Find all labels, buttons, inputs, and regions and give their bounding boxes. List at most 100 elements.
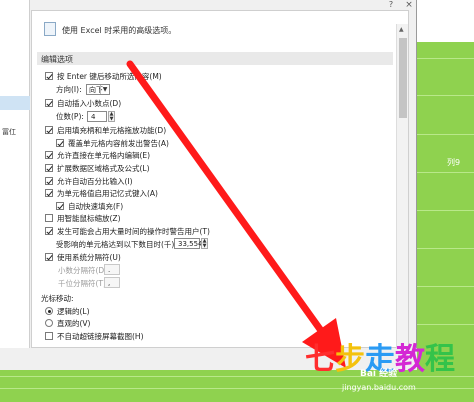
- option-thousands-separator: 千位分隔符(T):: [58, 277, 108, 289]
- option-extend-formats[interactable]: 扩展数据区域格式及公式(L): [45, 162, 150, 174]
- option-label: 自动快速填充(F): [68, 201, 124, 211]
- cursor-movement-heading: 光标移动:: [41, 292, 74, 304]
- option-auto-percent[interactable]: 允许自动百分比输入(I): [45, 175, 133, 187]
- selected-category-advanced[interactable]: [0, 96, 30, 110]
- watermark-url: jingyan.baidu.com: [342, 383, 416, 392]
- logo-char: 七: [305, 342, 335, 377]
- option-label: 启用填充柄和单元格拖放功能(D): [57, 125, 167, 135]
- option-label: 为单元格值启用记忆式键入(A): [57, 188, 158, 198]
- option-label: 小数分隔符(D):: [58, 265, 110, 275]
- option-cells-threshold: 受影响的单元格达到以下数目时(千)(U):: [56, 238, 188, 250]
- auto-decimal-checkbox[interactable]: [45, 99, 53, 107]
- option-label: 直观的(V): [57, 318, 91, 328]
- option-system-separators[interactable]: 使用系统分隔符(U): [45, 251, 121, 263]
- grid-line: [417, 172, 474, 173]
- auto-percent-checkbox[interactable]: [45, 177, 53, 185]
- option-alert-overwrite[interactable]: 覆盖单元格内容前发出警告(A): [56, 137, 169, 149]
- option-visual[interactable]: 直观的(V): [45, 317, 90, 329]
- chevron-down-icon[interactable]: ▼: [100, 85, 109, 94]
- flash-fill-checkbox[interactable]: [56, 202, 64, 210]
- places-spinner[interactable]: ▲ ▼: [108, 111, 115, 122]
- direction-select[interactable]: 向下 ▼: [86, 84, 110, 95]
- option-label: 发生可能会占用大量时间的操作时警告用户(T): [57, 226, 210, 236]
- option-no-hyperlink-screenshot[interactable]: 不自动超链接屏幕截图(H): [45, 330, 144, 342]
- alert-slow-checkbox[interactable]: [45, 227, 53, 235]
- option-label: 千位分隔符(T):: [58, 278, 109, 288]
- help-button[interactable]: ?: [384, 0, 398, 9]
- logical-radio[interactable]: [45, 307, 53, 315]
- option-label: 位数(P):: [56, 111, 84, 121]
- option-label: 覆盖单元格内容前发出警告(A): [68, 138, 169, 148]
- cells-threshold-input[interactable]: 33,554: [174, 238, 203, 249]
- grid-line: [417, 324, 474, 325]
- intellimouse-checkbox[interactable]: [45, 214, 53, 222]
- option-fill-handle[interactable]: 启用填充柄和单元格拖放功能(D): [45, 124, 166, 136]
- grid-line: [417, 134, 474, 135]
- option-alert-slow[interactable]: 发生可能会占用大量时间的操作时警告用户(T): [45, 225, 210, 237]
- close-button[interactable]: ×: [402, 0, 416, 10]
- no-hyperlink-screenshot-checkbox[interactable]: [45, 332, 53, 340]
- grid-line: [417, 95, 474, 96]
- scroll-thumb[interactable]: [399, 38, 407, 118]
- option-move-after-enter[interactable]: 按 Enter 键后移动所选内容(M): [45, 70, 162, 82]
- extend-formats-checkbox[interactable]: [45, 164, 53, 172]
- fill-handle-checkbox[interactable]: [45, 126, 53, 134]
- category-label: 冨仜: [2, 128, 16, 136]
- grid-line: [417, 248, 474, 249]
- option-label: 允许自动百分比输入(I): [57, 176, 133, 186]
- baidu-brand: Bai 经验: [360, 369, 398, 379]
- option-intellimouse[interactable]: 用智能鼠标缩放(Z): [45, 212, 121, 224]
- section-title: 编辑选项: [41, 55, 73, 64]
- section-band: [37, 52, 393, 65]
- logo-char: 程: [425, 342, 455, 377]
- option-auto-decimal[interactable]: 自动插入小数点(D): [45, 97, 121, 109]
- options-scrollbar[interactable]: ▲: [396, 24, 408, 348]
- excel-options-dialog: 冨仜 ? × ▲ 使用 Excel 时采用的高级选项。 编辑选项 按 Enter…: [0, 0, 417, 370]
- option-decimal-separator: 小数分隔符(D):: [58, 264, 110, 276]
- autocomplete-checkbox[interactable]: [45, 189, 53, 197]
- option-label: 使用系统分隔符(U): [57, 252, 121, 262]
- thousands-separator-value: ,: [108, 278, 111, 287]
- option-label: 按 Enter 键后移动所选内容(M): [57, 71, 162, 81]
- grid-line: [417, 286, 474, 287]
- spinner-down-icon[interactable]: ▼: [203, 243, 207, 249]
- cells-threshold-value: 33,554: [178, 239, 203, 248]
- option-places: 位数(P):: [56, 110, 84, 122]
- ribbon-area: [417, 0, 474, 42]
- visual-radio[interactable]: [45, 319, 53, 327]
- option-label: 用智能鼠标缩放(Z): [57, 213, 121, 223]
- system-separators-checkbox[interactable]: [45, 253, 53, 261]
- options-category-list[interactable]: 冨仜: [0, 0, 30, 348]
- grid-line: [417, 58, 474, 59]
- option-edit-in-cell[interactable]: 允许直接在单元格内编辑(E): [45, 149, 150, 161]
- option-label: 允许直接在单元格内编辑(E): [57, 150, 151, 160]
- places-input[interactable]: 4: [87, 111, 107, 122]
- logo-char: 教: [395, 342, 425, 377]
- panel-header: 使用 Excel 时采用的高级选项。: [62, 26, 177, 35]
- scroll-up-icon[interactable]: ▲: [399, 26, 404, 33]
- option-label: 光标移动:: [41, 293, 74, 303]
- option-label: 不自动超链接屏幕截图(H): [57, 331, 144, 341]
- option-logical[interactable]: 逻辑的(L): [45, 305, 90, 317]
- option-label: 扩展数据区域格式及公式(L): [57, 163, 150, 173]
- move-after-enter-checkbox[interactable]: [45, 72, 53, 80]
- decimal-separator-value: .: [108, 265, 111, 274]
- spinner-down-icon[interactable]: ▼: [110, 116, 114, 122]
- decimal-separator-input[interactable]: .: [104, 264, 120, 275]
- option-label: 受影响的单元格达到以下数目时(千)(U):: [56, 239, 189, 249]
- options-icon: [44, 22, 56, 36]
- alert-overwrite-checkbox[interactable]: [56, 139, 64, 147]
- option-flash-fill[interactable]: 自动快速填充(F): [56, 200, 123, 212]
- option-label: 自动插入小数点(D): [57, 98, 122, 108]
- cells-threshold-spinner[interactable]: ▲ ▼: [201, 238, 208, 249]
- option-autocomplete[interactable]: 为单元格值启用记忆式键入(A): [45, 187, 158, 199]
- column-label: 列9: [447, 158, 461, 167]
- edit-in-cell-checkbox[interactable]: [45, 151, 53, 159]
- option-direction: 方向(I):: [56, 83, 82, 95]
- dialog-titlebar: ? ×: [30, 0, 416, 10]
- option-label: 方向(I):: [56, 84, 82, 94]
- thousands-separator-input[interactable]: ,: [104, 277, 120, 288]
- places-value: 4: [91, 112, 96, 121]
- grid-line: [417, 210, 474, 211]
- option-label: 逻辑的(L): [57, 306, 90, 316]
